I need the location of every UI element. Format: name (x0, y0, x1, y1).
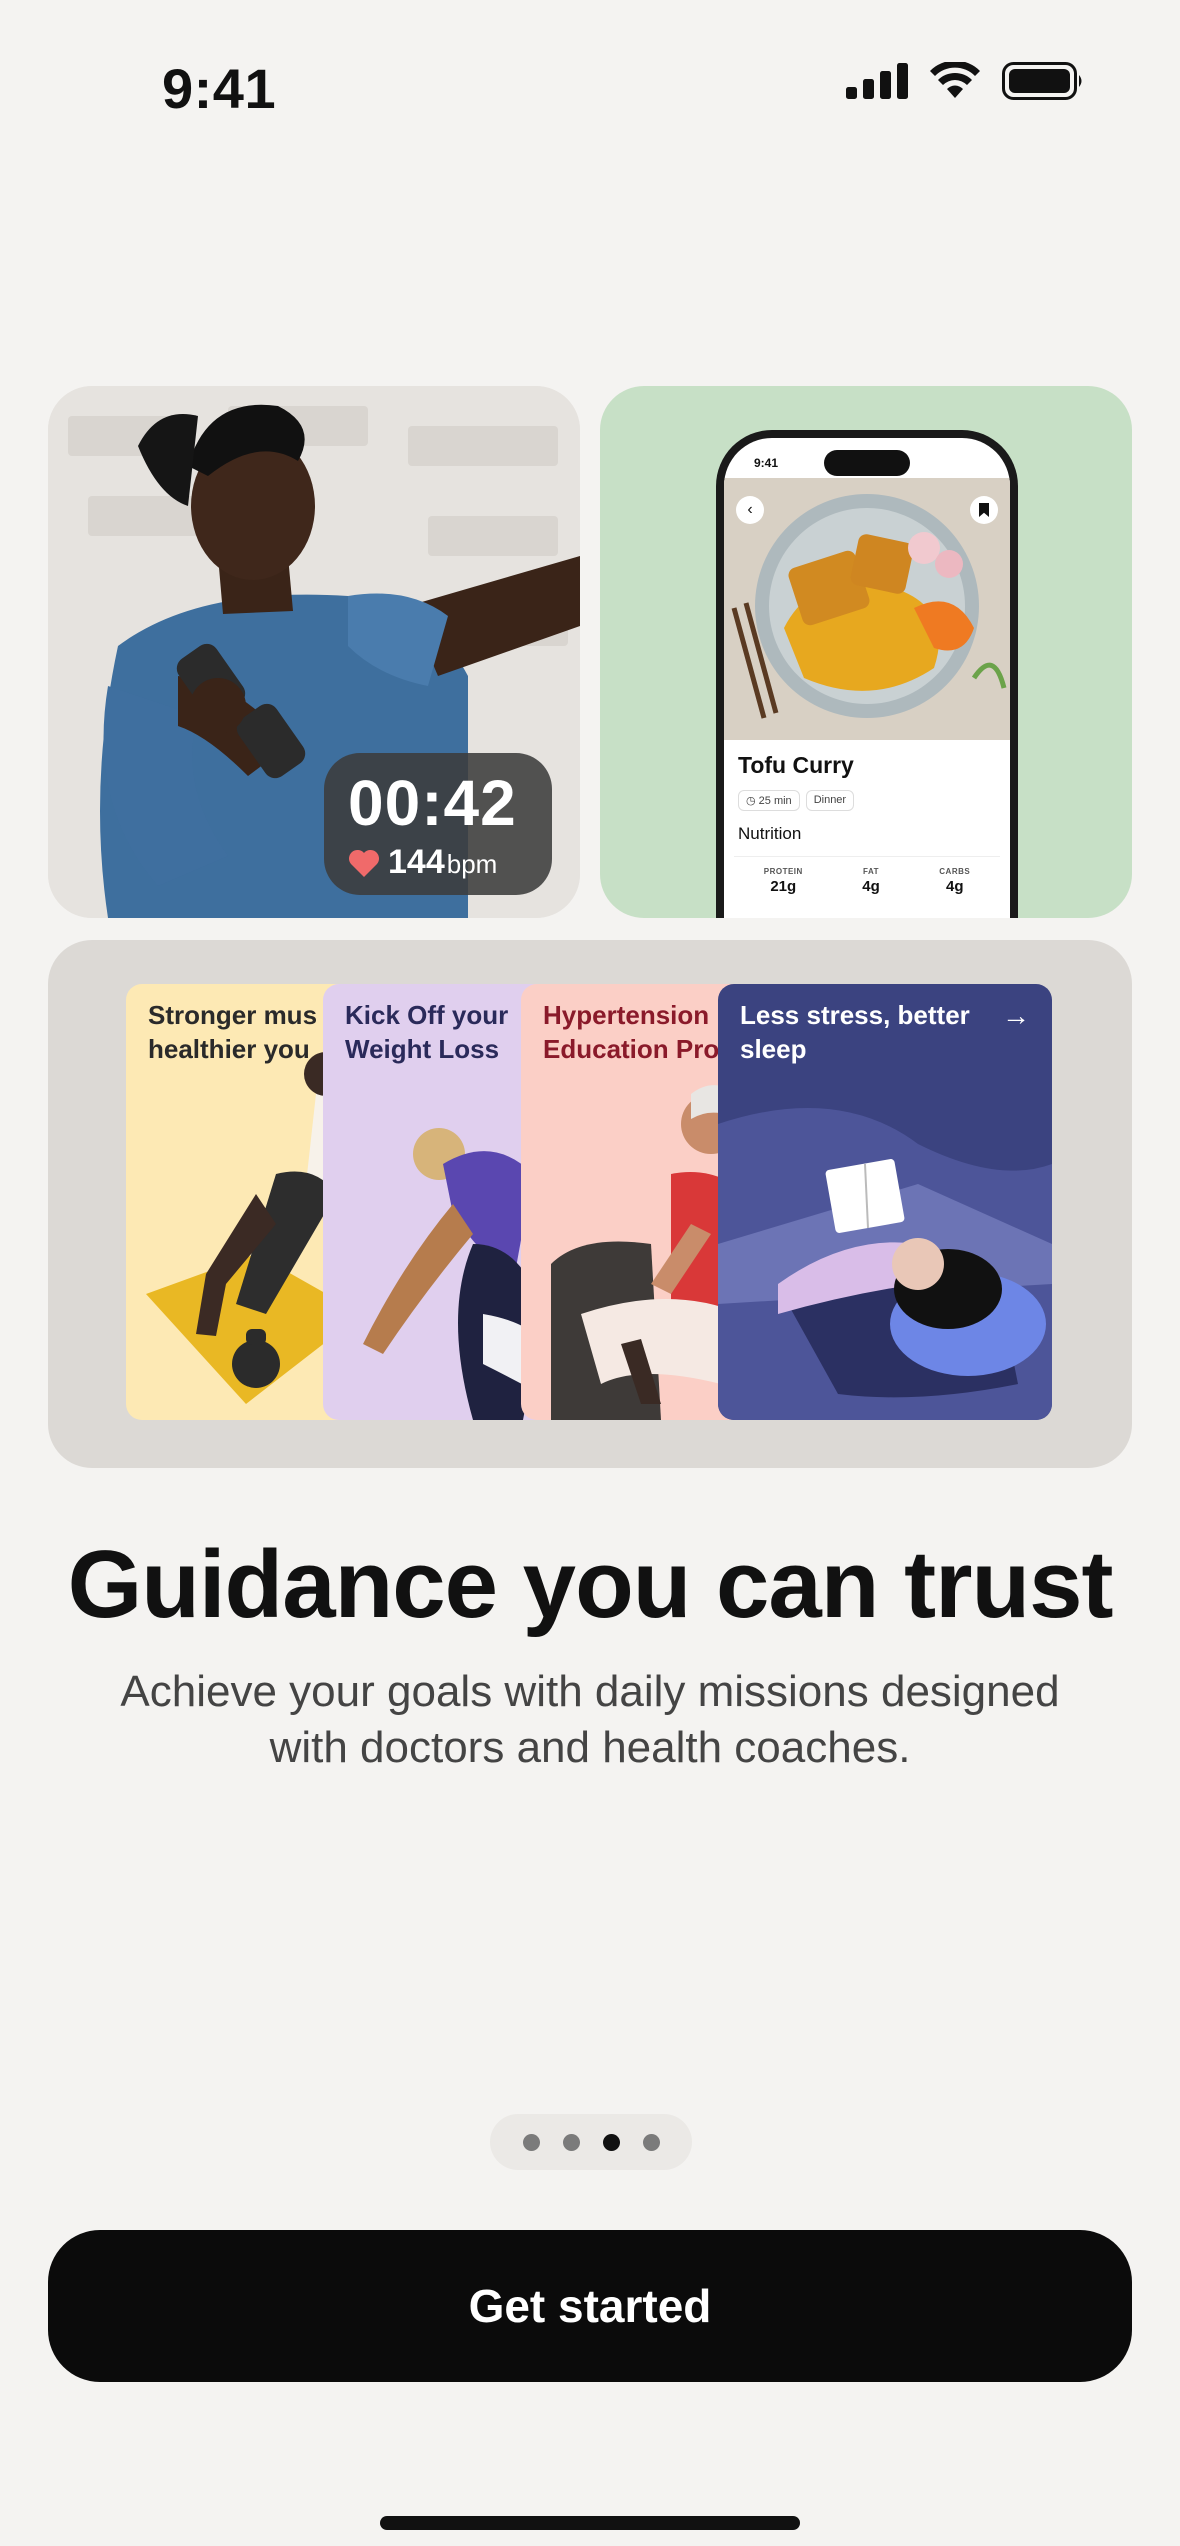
macro-label: FAT (863, 867, 880, 876)
recipe-meta: ◷ 25 min Dinner (738, 790, 855, 811)
wifi-icon (930, 62, 980, 98)
programs-tile: Stronger mus healthier you Kick Off your… (48, 940, 1132, 1468)
page-subtitle: Achieve your goals with daily missions d… (60, 1664, 1120, 1776)
program-title-line: Hypertension (543, 1000, 710, 1030)
macro-protein: PROTEIN 21g (764, 867, 803, 918)
phone-screen: 9:41 ‹ Tofu Curry ◷ 25 min Dinner Nutrit… (724, 438, 1010, 918)
program-card-sleep: Less stress, better sleep → (718, 984, 1052, 1420)
macro-value: 21g (770, 878, 797, 895)
macro-carbs: CARBS 4g (939, 867, 970, 918)
page-dot-active[interactable] (602, 2133, 620, 2151)
page-dot[interactable] (562, 2133, 580, 2151)
program-title-line: Education Pro (543, 1034, 720, 1064)
macro-fat: FAT 4g (862, 867, 880, 918)
dynamic-island (824, 450, 910, 476)
page-title: Guidance you can trust (67, 1531, 1114, 1638)
home-indicator[interactable] (380, 2516, 800, 2530)
subtitle-line: Achieve your goals with daily missions d… (120, 1667, 1060, 1716)
signal-icon (846, 63, 908, 99)
program-title-line: Stronger mus (148, 1000, 318, 1030)
recipe-meal: Dinner (805, 790, 855, 811)
page-indicator[interactable] (490, 2114, 692, 2170)
back-icon: ‹ (736, 496, 764, 524)
nutrition-heading: Nutrition (738, 824, 802, 843)
timer-value: 00:42 (348, 767, 517, 839)
macro-label: PROTEIN (763, 867, 803, 876)
program-title-line: sleep (740, 1034, 807, 1064)
macro-value: 4g (946, 878, 964, 895)
heart-rate-unit: bpm (446, 849, 498, 879)
phone-mockup: 9:41 ‹ Tofu Curry ◷ 25 min Dinner Nutrit… (716, 430, 1018, 918)
subtitle-line: with doctors and health coaches. (269, 1723, 911, 1772)
recipe-duration: ◷ 25 min (738, 790, 800, 811)
arrow-right-icon: → (1002, 1000, 1030, 1031)
status-icons (846, 62, 1084, 100)
program-title: Hypertension Education Pro (543, 998, 719, 1066)
bookmark-icon (970, 496, 998, 524)
program-title-line: Less stress, better (740, 1000, 970, 1030)
phone-time: 9:41 (754, 456, 779, 470)
recipe-duration-text: 25 min (758, 795, 792, 807)
program-title-line: healthier you (148, 1034, 310, 1064)
timer-badge: 00:42 144 bpm (324, 753, 552, 895)
macro-row: PROTEIN 21g FAT 4g CARBS 4g (734, 856, 1000, 918)
heart-rate-value: 144 (388, 843, 445, 881)
get-started-button[interactable]: Get started (48, 2230, 1132, 2382)
recipe-photo (724, 478, 1010, 740)
page-dot[interactable] (522, 2133, 540, 2151)
program-title: Kick Off your Weight Loss (345, 998, 508, 1066)
status-time: 9:41 (162, 57, 277, 120)
program-title-line: Weight Loss (345, 1034, 500, 1064)
macro-value: 4g (862, 878, 880, 895)
program-title-line: Kick Off your (345, 1000, 509, 1030)
program-title: Stronger mus healthier you (148, 998, 317, 1066)
program-title: Less stress, better sleep (740, 998, 970, 1066)
heart-icon (348, 849, 380, 877)
heart-rate-row: 144 bpm (348, 843, 532, 882)
macro-label: CARBS (939, 867, 971, 876)
page-dot[interactable] (642, 2133, 660, 2151)
battery-icon (1002, 62, 1082, 100)
workout-tile: 00:42 144 bpm (48, 386, 580, 918)
recipe-tile: 9:41 ‹ Tofu Curry ◷ 25 min Dinner Nutrit… (600, 386, 1132, 918)
recipe-title: Tofu Curry (738, 752, 854, 778)
